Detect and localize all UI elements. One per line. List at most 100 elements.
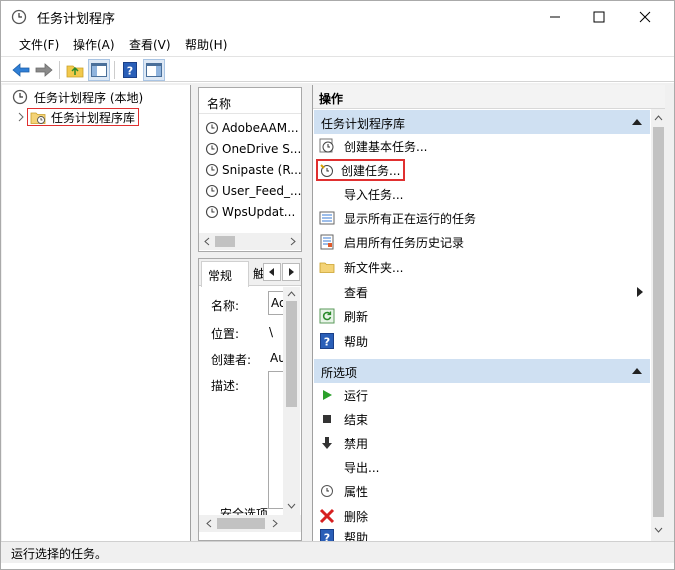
disable-icon xyxy=(319,435,335,451)
scroll-down-icon xyxy=(654,527,663,533)
action-help[interactable]: ? 帮助 xyxy=(319,330,649,352)
action-run[interactable]: 运行 xyxy=(319,384,649,406)
list-item[interactable]: WpsUpdat... xyxy=(205,202,295,222)
close-button[interactable] xyxy=(622,1,668,33)
scroll-thumb[interactable] xyxy=(286,301,297,407)
close-icon xyxy=(639,11,651,23)
up-folder-button[interactable] xyxy=(64,59,86,81)
task-name: OneDrive S... xyxy=(222,142,302,156)
help-button[interactable]: ? xyxy=(119,59,141,81)
task-name: User_Feed_... xyxy=(222,184,302,198)
maximize-icon xyxy=(593,11,605,23)
submenu-arrow-icon xyxy=(637,287,643,297)
properties-icon xyxy=(319,483,335,499)
delete-icon xyxy=(319,508,335,524)
actions-vertical-scrollbar[interactable] xyxy=(651,109,665,541)
action-disable[interactable]: 禁用 xyxy=(319,432,649,454)
action-label: 帮助 xyxy=(344,334,369,349)
svg-text:?: ? xyxy=(127,65,133,78)
list-item[interactable]: OneDrive S... xyxy=(205,139,301,159)
action-export[interactable]: 导出... xyxy=(319,456,649,478)
scroll-thumb[interactable] xyxy=(217,518,265,529)
running-tasks-icon xyxy=(319,210,335,226)
create-task-highlight: 创建任务... xyxy=(316,159,406,181)
actions-pane-title: 操作 xyxy=(313,85,665,109)
task-clock-icon xyxy=(205,163,219,177)
maximize-button[interactable] xyxy=(576,1,622,33)
task-clock-icon xyxy=(205,121,219,135)
task-detail-pane: 常规 触 名称: Ad 位置: \ 创建者: Au 描述: 安全选项 xyxy=(198,258,302,541)
tree-root-item[interactable]: 任务计划程序 (本地) xyxy=(12,88,143,106)
list-horizontal-scrollbar[interactable] xyxy=(199,233,301,250)
collapse-triangle-icon xyxy=(632,119,642,125)
toolbar: ? xyxy=(1,56,674,82)
tree-library-item[interactable]: 任务计划程序库 xyxy=(17,108,140,126)
help-icon: ? xyxy=(123,62,137,78)
action-properties[interactable]: 属性 xyxy=(319,480,649,502)
tab-scroll-right-button[interactable] xyxy=(282,263,300,281)
action-label: 运行 xyxy=(344,388,369,403)
action-create-task[interactable]: 创建任务... xyxy=(316,159,649,181)
show-hide-tree-button[interactable] xyxy=(88,59,110,81)
action-new-folder[interactable]: 新文件夹... xyxy=(319,256,649,278)
action-label: 创建任务... xyxy=(341,163,401,178)
menu-help[interactable]: 帮助(H) xyxy=(185,36,227,53)
action-label: 导入任务... xyxy=(344,187,404,202)
list-item[interactable]: AdobeAAM... xyxy=(205,118,299,138)
title-bar: 任务计划程序 xyxy=(1,1,674,33)
list-item[interactable]: Snipaste (R... xyxy=(205,160,301,180)
action-help-selected[interactable]: ? 帮助 xyxy=(319,529,649,541)
task-name: AdobeAAM... xyxy=(222,121,299,135)
forward-button[interactable] xyxy=(33,59,55,81)
triangle-left-icon xyxy=(269,268,274,276)
list-item[interactable]: User_Feed_... xyxy=(205,181,301,201)
task-list: 名称 AdobeAAM... OneDrive S... Snipaste (R… xyxy=(198,87,302,252)
show-hide-action-pane-button[interactable] xyxy=(143,59,165,81)
section-library-title: 任务计划程序库 xyxy=(321,117,406,131)
run-icon xyxy=(319,387,335,403)
tree-root-label: 任务计划程序 (本地) xyxy=(34,90,144,105)
action-label: 刷新 xyxy=(344,309,369,324)
field-author-label: 创建者: xyxy=(211,353,252,367)
action-create-basic-task[interactable]: 创建基本任务... xyxy=(319,135,649,157)
actions-pane: 操作 任务计划程序库 创建基本任务... 创建任务... 导入任务... 显示所… xyxy=(312,85,665,541)
menu-view[interactable]: 查看(V) xyxy=(129,36,171,53)
scroll-left-icon xyxy=(206,519,212,528)
help-icon: ? xyxy=(319,333,335,349)
scroll-right-icon xyxy=(272,519,278,528)
action-import-task[interactable]: 导入任务... xyxy=(319,183,649,205)
minimize-icon xyxy=(550,16,560,18)
action-display-running-tasks[interactable]: 显示所有正在运行的任务 xyxy=(319,207,649,229)
scroll-thumb[interactable] xyxy=(215,236,235,247)
section-library-header[interactable]: 任务计划程序库 xyxy=(314,110,650,134)
status-text: 运行选择的任务。 xyxy=(11,547,108,561)
action-refresh[interactable]: 刷新 xyxy=(319,305,649,327)
scroll-thumb[interactable] xyxy=(653,127,664,517)
tab-triggers[interactable]: 触 xyxy=(253,265,263,283)
menu-action[interactable]: 操作(A) xyxy=(73,36,115,53)
action-label: 启用所有任务历史记录 xyxy=(344,235,465,250)
help-icon: ? xyxy=(319,529,335,541)
security-options-label: 安全选项 xyxy=(220,507,269,515)
back-button[interactable] xyxy=(10,59,32,81)
action-delete[interactable]: 删除 xyxy=(319,505,649,527)
clock-icon xyxy=(12,89,28,105)
detail-vertical-scrollbar[interactable] xyxy=(283,287,300,515)
task-clock-icon xyxy=(205,184,219,198)
column-header-name[interactable]: 名称 xyxy=(199,88,301,114)
tab-general[interactable]: 常规 xyxy=(201,261,249,287)
action-end[interactable]: 结束 xyxy=(319,408,649,430)
detail-horizontal-scrollbar[interactable] xyxy=(199,515,301,532)
section-selected-header[interactable]: 所选项 xyxy=(314,359,650,383)
task-clock-icon xyxy=(205,142,219,156)
field-name-label: 名称: xyxy=(211,299,240,313)
scroll-up-icon xyxy=(287,291,296,297)
scroll-up-icon xyxy=(654,115,663,121)
tree-library-selection: 任务计划程序库 xyxy=(27,108,140,126)
menu-file[interactable]: 文件(F) xyxy=(19,36,59,53)
action-enable-task-history[interactable]: 启用所有任务历史记录 xyxy=(319,231,649,253)
minimize-button[interactable] xyxy=(532,1,578,33)
collapse-triangle-icon xyxy=(632,368,642,374)
action-view[interactable]: 查看 xyxy=(319,281,649,303)
tab-scroll-left-button[interactable] xyxy=(263,263,281,281)
